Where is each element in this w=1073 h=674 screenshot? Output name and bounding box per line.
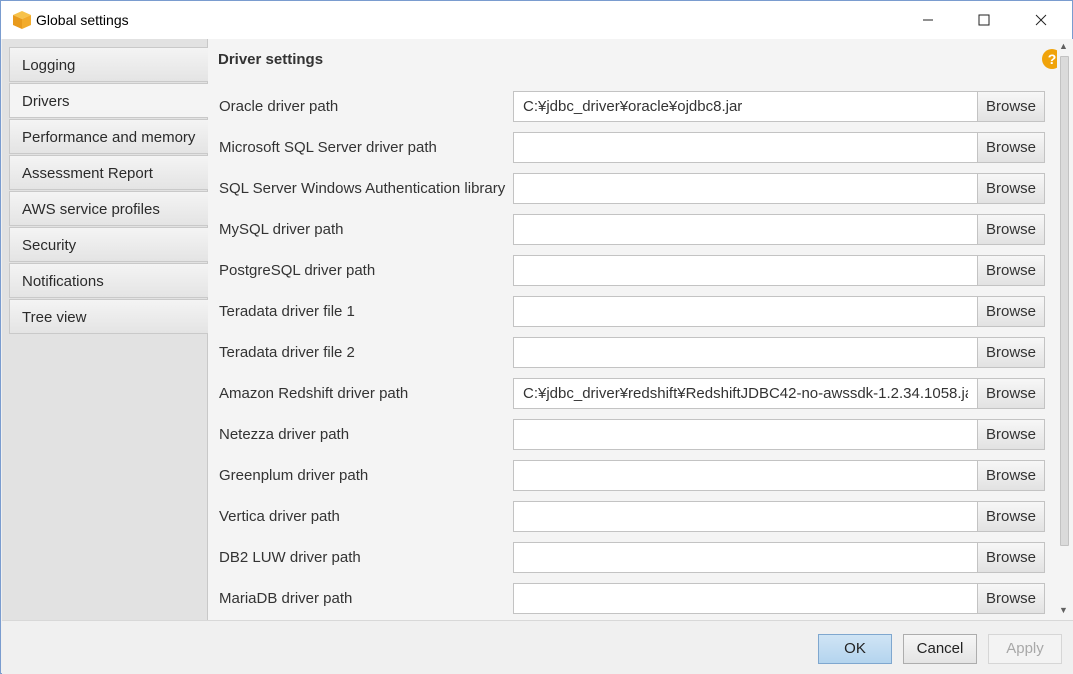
sidebar-item-security[interactable]: Security xyxy=(9,227,208,262)
sidebar-item-performance-and-memory[interactable]: Performance and memory xyxy=(9,119,208,154)
mssql-driver-path-input[interactable] xyxy=(513,132,978,163)
mssql-driver-label: Microsoft SQL Server driver path xyxy=(219,139,437,156)
mariadb-driver-label: MariaDB driver path xyxy=(219,590,353,607)
db2-luw-driver-row: DB2 LUW driver path Browse xyxy=(208,542,1048,573)
redshift-driver-path-input[interactable] xyxy=(513,378,978,409)
sidebar-item-label: Logging xyxy=(22,57,76,74)
mssql-browse-button[interactable]: Browse xyxy=(977,132,1045,163)
postgresql-driver-row: PostgreSQL driver path Browse xyxy=(208,255,1048,286)
minimize-button[interactable] xyxy=(905,1,951,39)
teradata-file2-label: Teradata driver file 2 xyxy=(219,344,355,361)
sidebar-item-logging[interactable]: Logging xyxy=(9,47,208,82)
oracle-driver-label: Oracle driver path xyxy=(219,98,339,115)
netezza-driver-path-input[interactable] xyxy=(513,419,978,450)
sidebar-item-label: Tree view xyxy=(22,309,87,326)
sqlserver-auth-label: SQL Server Windows Authentication librar… xyxy=(219,180,506,197)
title-bar: Global settings xyxy=(1,1,1072,39)
global-settings-window: Global settings Logging Drivers Performa… xyxy=(0,0,1073,674)
window-title: Global settings xyxy=(36,12,129,28)
db2-luw-browse-button[interactable]: Browse xyxy=(977,542,1045,573)
sidebar-item-tree-view[interactable]: Tree view xyxy=(9,299,208,334)
vertica-driver-row: Vertica driver path Browse xyxy=(208,501,1048,532)
teradata-file1-row: Teradata driver file 1 Browse xyxy=(208,296,1048,327)
teradata-file2-row: Teradata driver file 2 Browse xyxy=(208,337,1048,368)
greenplum-driver-row: Greenplum driver path Browse xyxy=(208,460,1048,491)
mariadb-driver-row: MariaDB driver path Browse xyxy=(208,583,1048,614)
maximize-icon xyxy=(978,14,990,26)
postgresql-driver-path-input[interactable] xyxy=(513,255,978,286)
mysql-driver-label: MySQL driver path xyxy=(219,221,344,238)
scroll-up-arrow-icon[interactable]: ▲ xyxy=(1059,41,1068,51)
vertica-browse-button[interactable]: Browse xyxy=(977,501,1045,532)
teradata-file2-browse-button[interactable]: Browse xyxy=(977,337,1045,368)
close-button[interactable] xyxy=(1018,1,1064,39)
teradata-file1-input[interactable] xyxy=(513,296,978,327)
postgresql-browse-button[interactable]: Browse xyxy=(977,255,1045,286)
mssql-driver-row: Microsoft SQL Server driver path Browse xyxy=(208,132,1048,163)
sidebar-item-aws-service-profiles[interactable]: AWS service profiles xyxy=(9,191,208,226)
sidebar-item-notifications[interactable]: Notifications xyxy=(9,263,208,298)
section-title: Driver settings xyxy=(218,51,324,68)
teradata-file1-browse-button[interactable]: Browse xyxy=(977,296,1045,327)
settings-sidebar: Logging Drivers Performance and memory A… xyxy=(2,39,209,620)
teradata-file1-label: Teradata driver file 1 xyxy=(219,303,355,320)
db2-luw-driver-path-input[interactable] xyxy=(513,542,978,573)
redshift-driver-label: Amazon Redshift driver path xyxy=(219,385,409,402)
netezza-driver-row: Netezza driver path Browse xyxy=(208,419,1048,450)
postgresql-driver-label: PostgreSQL driver path xyxy=(219,262,376,279)
sidebar-item-label: Performance and memory xyxy=(22,129,196,146)
sqlserver-auth-browse-button[interactable]: Browse xyxy=(977,173,1045,204)
redshift-browse-button[interactable]: Browse xyxy=(977,378,1045,409)
sidebar-item-assessment-report[interactable]: Assessment Report xyxy=(9,155,208,190)
dialog-footer: OK Cancel Apply xyxy=(2,620,1073,674)
netezza-browse-button[interactable]: Browse xyxy=(977,419,1045,450)
sidebar-item-label: Security xyxy=(22,237,77,254)
sqlserver-auth-row: SQL Server Windows Authentication librar… xyxy=(208,173,1048,204)
cancel-button[interactable]: Cancel xyxy=(903,634,977,664)
sidebar-item-label: Assessment Report xyxy=(22,165,153,182)
sidebar-item-label: Notifications xyxy=(22,273,104,290)
greenplum-driver-label: Greenplum driver path xyxy=(219,467,369,484)
teradata-file2-input[interactable] xyxy=(513,337,978,368)
scroll-thumb[interactable] xyxy=(1060,56,1069,546)
vertical-scrollbar[interactable]: ▲ ▼ xyxy=(1057,39,1071,620)
minimize-icon xyxy=(923,19,933,21)
ok-button[interactable]: OK xyxy=(818,634,892,664)
oracle-driver-row: Oracle driver path Browse xyxy=(208,91,1048,122)
sidebar-item-label: Drivers xyxy=(22,93,70,110)
sidebar-item-drivers[interactable]: Drivers xyxy=(9,83,209,118)
mysql-browse-button[interactable]: Browse xyxy=(977,214,1045,245)
greenplum-driver-path-input[interactable] xyxy=(513,460,978,491)
mariadb-driver-path-input[interactable] xyxy=(513,583,978,614)
oracle-browse-button[interactable]: Browse xyxy=(977,91,1045,122)
netezza-driver-label: Netezza driver path xyxy=(219,426,350,443)
mariadb-browse-button[interactable]: Browse xyxy=(977,583,1045,614)
sqlserver-auth-library-input[interactable] xyxy=(513,173,978,204)
vertica-driver-label: Vertica driver path xyxy=(219,508,340,525)
sidebar-item-label: AWS service profiles xyxy=(22,201,160,218)
mysql-driver-path-input[interactable] xyxy=(513,214,978,245)
apply-button[interactable]: Apply xyxy=(988,634,1062,664)
close-icon xyxy=(1035,14,1047,26)
driver-settings-panel: Driver settings ? Oracle driver path Bro… xyxy=(208,39,1073,620)
maximize-button[interactable] xyxy=(961,1,1007,39)
redshift-driver-row: Amazon Redshift driver path Browse xyxy=(208,378,1048,409)
oracle-driver-path-input[interactable] xyxy=(513,91,978,122)
db2-luw-driver-label: DB2 LUW driver path xyxy=(219,549,361,566)
mysql-driver-row: MySQL driver path Browse xyxy=(208,214,1048,245)
box-app-icon xyxy=(13,11,31,29)
greenplum-browse-button[interactable]: Browse xyxy=(977,460,1045,491)
scroll-down-arrow-icon[interactable]: ▼ xyxy=(1059,605,1068,615)
vertica-driver-path-input[interactable] xyxy=(513,501,978,532)
